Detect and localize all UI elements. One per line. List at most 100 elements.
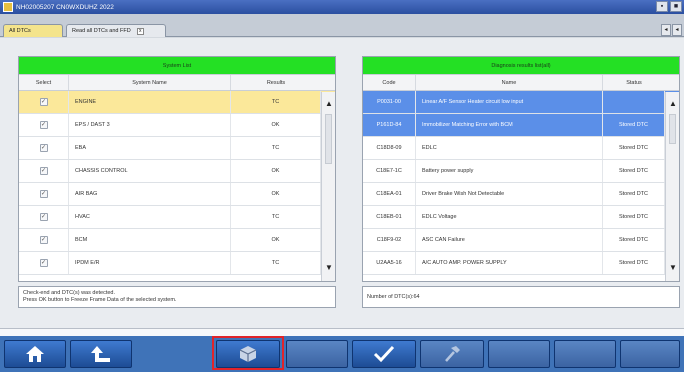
dtc-count: Number of DTC(s):64 bbox=[367, 293, 420, 300]
col-code: Code bbox=[363, 75, 416, 90]
system-result: OK bbox=[231, 229, 321, 251]
system-list-title: System List bbox=[19, 57, 335, 74]
system-result: TC bbox=[231, 91, 321, 113]
dtc-code: P161D-84 bbox=[363, 114, 416, 136]
table-row[interactable]: C18EA-01 Driver Brake Wish Not Detectabl… bbox=[363, 183, 679, 206]
dtc-name: EDLC bbox=[416, 137, 603, 159]
table-row[interactable]: ✓ AIR BAG OK bbox=[19, 183, 335, 206]
tool-button[interactable] bbox=[420, 340, 484, 368]
dtc-status: Stored DTC bbox=[603, 252, 665, 274]
scroll-up-icon[interactable]: ▲ bbox=[666, 98, 680, 110]
maximize-button[interactable]: ■ bbox=[670, 1, 682, 12]
checkbox[interactable]: ✓ bbox=[39, 259, 48, 267]
toolbar-slot bbox=[620, 340, 680, 368]
scroll-up-icon[interactable]: ▲ bbox=[322, 98, 336, 110]
ok-button[interactable] bbox=[352, 340, 416, 368]
checkbox[interactable]: ✓ bbox=[39, 213, 48, 221]
hammer-icon bbox=[445, 346, 460, 362]
status-strip bbox=[0, 328, 684, 336]
table-row[interactable]: ✓ HVAC TC bbox=[19, 206, 335, 229]
dtc-name: Driver Brake Wish Not Detectable bbox=[416, 183, 603, 205]
status-message-line1: Check-end and DTC(s) was detected. bbox=[23, 290, 116, 296]
system-name: EBA bbox=[69, 137, 231, 159]
tab-scroll-right-icon[interactable]: ◂ bbox=[672, 24, 682, 36]
status-message-line2: Press OK button to Freeze Frame Data of … bbox=[23, 297, 177, 303]
tab-scroll-arrows: ◂ ◂ bbox=[661, 24, 682, 36]
scroll-thumb[interactable] bbox=[669, 114, 676, 144]
tab-close-icon[interactable]: x bbox=[136, 27, 144, 35]
home-button[interactable] bbox=[4, 340, 66, 368]
tab-label: Read all DTCs and FFD bbox=[72, 28, 131, 34]
checkbox[interactable]: ✓ bbox=[39, 190, 48, 198]
diagnosis-results-header: Code Name Status bbox=[363, 74, 679, 91]
table-row[interactable]: C18D8-09 EDLC Stored DTC bbox=[363, 137, 679, 160]
dtc-name: Linear A/F Sensor Heater circuit low inp… bbox=[416, 91, 603, 113]
system-result: TC bbox=[231, 252, 321, 274]
system-name: ENGINE bbox=[69, 91, 231, 113]
scroll-down-icon[interactable]: ▼ bbox=[322, 262, 336, 274]
scroll-thumb[interactable] bbox=[325, 114, 332, 164]
window-controls: ▪ ■ bbox=[656, 1, 682, 12]
col-select: Select bbox=[19, 75, 69, 90]
toolbar-slot bbox=[488, 340, 550, 368]
window-title: NH02005207 CN0WXDUHZ 2022 bbox=[16, 3, 114, 11]
dtc-status: Stored DTC bbox=[603, 160, 665, 182]
table-row[interactable]: ✓ ENGINE TC bbox=[19, 91, 335, 114]
back-arrow-icon bbox=[91, 346, 110, 362]
back-button[interactable] bbox=[70, 340, 132, 368]
system-result: OK bbox=[231, 183, 321, 205]
app-icon bbox=[3, 2, 13, 12]
table-row[interactable]: ✓ IPDM E/R TC bbox=[19, 252, 335, 275]
col-name: Name bbox=[416, 75, 603, 90]
checkbox[interactable]: ✓ bbox=[39, 144, 48, 152]
col-status: Status bbox=[626, 79, 642, 86]
tab-label: All DTCs bbox=[9, 28, 31, 34]
dtc-code: C18F9-02 bbox=[363, 229, 416, 251]
system-list-rows: ✓ ENGINE TC ✓ EPS / DAST 3 OK ✓ EBA TC ✓… bbox=[19, 91, 335, 275]
dtc-status bbox=[603, 91, 665, 113]
tab-all-dtcs[interactable]: All DTCs bbox=[3, 24, 63, 37]
dtc-name: Battery power supply bbox=[416, 160, 603, 182]
checkbox[interactable]: ✓ bbox=[39, 98, 48, 106]
table-row[interactable]: U2AA5-16 A/C AUTO AMP. POWER SUPPLY Stor… bbox=[363, 252, 679, 275]
table-row[interactable]: ✓ CHASSIS CONTROL OK bbox=[19, 160, 335, 183]
table-row[interactable]: P161D-84 Immobilizer Matching Error with… bbox=[363, 114, 679, 137]
minimize-button[interactable]: ▪ bbox=[656, 1, 668, 12]
dtc-name: ASC CAN Failure bbox=[416, 229, 603, 251]
diagnosis-results-title: Diagnosis results list(all) bbox=[363, 57, 679, 74]
dtc-status: Stored DTC bbox=[603, 206, 665, 228]
table-row[interactable]: C18EB-01 EDLC Voltage Stored DTC bbox=[363, 206, 679, 229]
table-row[interactable]: ✓ EPS / DAST 3 OK bbox=[19, 114, 335, 137]
table-row[interactable]: ✓ BCM OK bbox=[19, 229, 335, 252]
diagnosis-results-panel: Diagnosis results list(all) Code Name St… bbox=[362, 56, 680, 282]
dtc-code: C18D8-09 bbox=[363, 137, 416, 159]
table-row[interactable]: P0031-00 Linear A/F Sensor Heater circui… bbox=[363, 91, 679, 114]
table-row[interactable]: ✓ EBA TC bbox=[19, 137, 335, 160]
checkbox[interactable]: ✓ bbox=[39, 236, 48, 244]
system-list-scrollbar[interactable]: ▲ ▼ bbox=[321, 92, 335, 281]
table-row[interactable]: C18F9-02 ASC CAN Failure Stored DTC bbox=[363, 229, 679, 252]
diagnosis-results-rows: P0031-00 Linear A/F Sensor Heater circui… bbox=[363, 91, 679, 275]
dtc-status: Stored DTC bbox=[603, 114, 665, 136]
toolbar-slot bbox=[554, 340, 616, 368]
system-name: BCM bbox=[69, 229, 231, 251]
tab-read-all-dtcs[interactable]: Read all DTCs and FFD x bbox=[66, 24, 166, 37]
dtc-code: U2AA5-16 bbox=[363, 252, 416, 274]
main-content: System List Select System Name Results ✓… bbox=[0, 38, 684, 328]
tab-bar: All DTCs Read all DTCs and FFD x ◂ ◂ bbox=[0, 14, 684, 37]
system-list-panel: System List Select System Name Results ✓… bbox=[18, 56, 336, 282]
checkbox[interactable]: ✓ bbox=[39, 167, 48, 175]
dtc-code: C18EB-01 bbox=[363, 206, 416, 228]
system-name: HVAC bbox=[69, 206, 231, 228]
system-name: IPDM E/R bbox=[69, 252, 231, 274]
checkbox[interactable]: ✓ bbox=[39, 121, 48, 129]
checkmark-icon bbox=[373, 345, 395, 363]
tab-scroll-left-icon[interactable]: ◂ bbox=[661, 24, 671, 36]
dtc-name: Immobilizer Matching Error with BCM bbox=[416, 114, 603, 136]
toolbar-slot bbox=[286, 340, 348, 368]
table-row[interactable]: C18E7-1C Battery power supply Stored DTC bbox=[363, 160, 679, 183]
diagnosis-results-scrollbar[interactable]: ▲ ▼ bbox=[665, 92, 679, 281]
system-list-header: Select System Name Results bbox=[19, 74, 335, 91]
scroll-down-icon[interactable]: ▼ bbox=[666, 262, 680, 274]
dtc-count-box: Number of DTC(s):64 bbox=[362, 286, 680, 308]
